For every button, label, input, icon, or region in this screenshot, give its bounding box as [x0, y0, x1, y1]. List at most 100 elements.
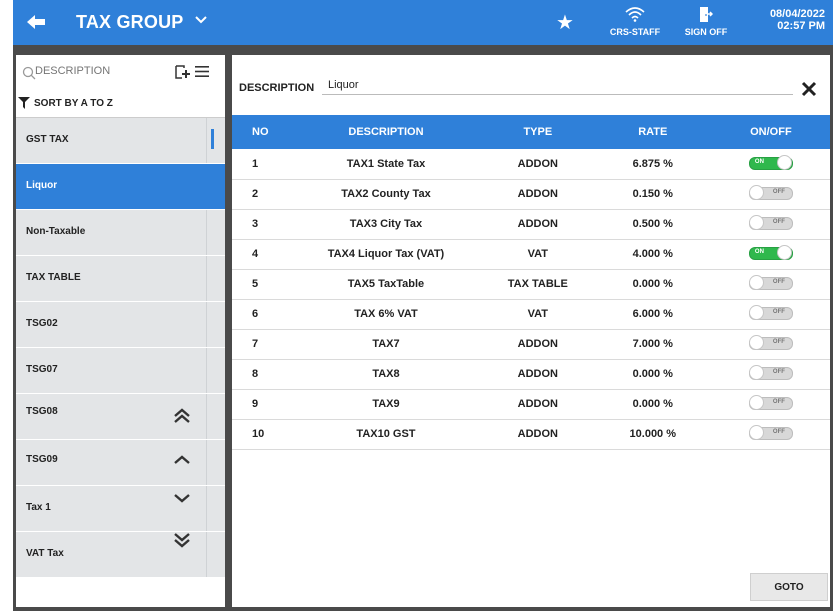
close-icon[interactable] — [800, 80, 818, 98]
list-item-label: Tax 1 — [26, 502, 51, 513]
table-row[interactable]: 4 TAX4 Liquor Tax (VAT) VAT 4.000 % ON — [232, 239, 830, 269]
top-bar: TAX GROUP ★ CRS-STAFF SIGN OFF 08/04/202… — [13, 0, 833, 45]
toggle-knob — [776, 245, 792, 260]
wifi-icon[interactable] — [625, 6, 645, 22]
chevron-up-icon[interactable] — [173, 452, 191, 468]
list-item-label: TAX TABLE — [26, 272, 81, 283]
on-off-toggle[interactable]: OFF — [748, 185, 793, 200]
list-item[interactable]: TSG09 — [16, 440, 225, 486]
toggle-state-text: OFF — [772, 309, 785, 315]
tax-group-list: GST TAX Liquor Non-Taxable TAX TABLE TSG… — [16, 118, 225, 578]
scroll-track — [206, 532, 207, 577]
toggle-state-text: OFF — [772, 399, 785, 405]
row-rate: 0.500 % — [632, 218, 673, 230]
list-item-label: TSG09 — [26, 454, 58, 465]
row-number: 9 — [252, 398, 259, 410]
chevron-down-icon[interactable] — [173, 490, 191, 506]
on-off-toggle[interactable]: ON — [748, 245, 793, 260]
toggle-state-text: OFF — [772, 219, 785, 225]
arrow-left-icon[interactable] — [25, 12, 47, 32]
time-text: 02:57 PM — [777, 20, 825, 32]
list-item[interactable]: TAX TABLE — [16, 256, 225, 302]
on-off-toggle[interactable]: OFF — [748, 425, 793, 440]
row-rate: 7.000 % — [632, 338, 673, 350]
double-chevron-down-icon[interactable] — [173, 532, 191, 548]
row-rate: 0.000 % — [632, 278, 673, 290]
description-field[interactable] — [322, 76, 793, 95]
row-onoff: OFF — [712, 359, 830, 389]
row-type: VAT — [527, 308, 549, 320]
page-title[interactable]: TAX GROUP — [76, 12, 183, 33]
table-row[interactable]: 2 TAX2 County Tax ADDON 0.150 % OFF — [232, 179, 830, 209]
row-rate: 4.000 % — [632, 248, 673, 260]
on-off-toggle[interactable]: ON — [748, 154, 793, 170]
row-onoff: OFF — [712, 179, 830, 209]
row-type: ADDON — [517, 428, 558, 440]
date-time: 08/04/2022 02:57 PM — [770, 8, 825, 32]
row-rate: 6.000 % — [632, 308, 673, 320]
toggle-state-text: OFF — [772, 429, 785, 435]
list-item-label: TSG08 — [26, 406, 58, 417]
row-type: TAX TABLE — [507, 278, 568, 290]
list-item[interactable]: TSG07 — [16, 348, 225, 394]
list-item[interactable]: GST TAX — [16, 118, 225, 164]
exit-door-icon[interactable] — [699, 6, 713, 23]
star-icon[interactable]: ★ — [556, 10, 574, 35]
table-row[interactable]: 1 TAX1 State Tax ADDON 6.875 % ON — [232, 149, 830, 179]
table-row[interactable]: 8 TAX8 ADDON 0.000 % OFF — [232, 359, 830, 389]
row-number: 1 — [252, 157, 259, 170]
row-type: VAT — [527, 248, 549, 260]
row-number: 10 — [252, 428, 265, 440]
row-rate: 0.000 % — [632, 368, 673, 380]
toggle-knob — [748, 215, 764, 230]
on-off-toggle[interactable]: OFF — [748, 215, 793, 230]
toggle-knob — [748, 275, 764, 290]
scroll-track — [206, 486, 207, 531]
table-row[interactable]: 5 TAX5 TaxTable TAX TABLE 0.000 % OFF — [232, 269, 830, 299]
scroll-track — [206, 348, 207, 393]
row-description: TAX10 GST — [356, 428, 416, 440]
goto-button[interactable]: GOTO — [750, 573, 828, 601]
on-off-toggle[interactable]: OFF — [748, 305, 793, 320]
list-item-label: GST TAX — [26, 134, 69, 145]
on-off-toggle[interactable]: OFF — [748, 275, 793, 290]
row-description: TAX8 — [372, 368, 400, 380]
list-item-label: Non-Taxable — [26, 226, 86, 237]
on-off-toggle[interactable]: OFF — [748, 395, 793, 410]
list-item[interactable]: VAT Tax — [16, 532, 225, 578]
table-row[interactable]: 3 TAX3 City Tax ADDON 0.500 % OFF — [232, 209, 830, 239]
double-chevron-up-icon[interactable] — [173, 408, 191, 424]
row-number: 5 — [252, 278, 259, 290]
add-document-icon[interactable] — [174, 64, 190, 80]
list-item[interactable]: Non-Taxable — [16, 210, 225, 256]
row-number: 7 — [252, 338, 259, 350]
chevron-down-icon[interactable] — [195, 15, 207, 25]
scroll-track — [206, 394, 207, 439]
description-label: DESCRIPTION — [239, 82, 315, 94]
list-item-label: TSG07 — [26, 364, 58, 375]
sign-off-button[interactable]: SIGN OFF — [681, 27, 731, 37]
search-icon — [22, 66, 36, 80]
scrollbar-thumb[interactable] — [211, 129, 214, 149]
row-rate: 0.150 % — [632, 188, 673, 200]
on-off-toggle[interactable]: OFF — [748, 365, 793, 380]
row-description: TAX9 — [372, 398, 400, 410]
row-number: 6 — [252, 308, 259, 320]
on-off-toggle[interactable]: OFF — [748, 335, 793, 350]
column-header-rate: RATE — [638, 126, 668, 138]
hamburger-icon[interactable] — [195, 65, 209, 78]
row-description: TAX5 TaxTable — [347, 278, 425, 290]
sort-button[interactable]: SORT BY A TO Z — [18, 97, 113, 109]
table-row[interactable]: 7 TAX7 ADDON 7.000 % OFF — [232, 329, 830, 359]
tax-group-detail: DESCRIPTION NO DESCRIPTION TYPE RATE ON/… — [232, 55, 830, 607]
list-item[interactable]: Liquor — [16, 164, 225, 210]
list-item[interactable]: TSG02 — [16, 302, 225, 348]
toggle-state-text: OFF — [772, 369, 785, 375]
table-row[interactable]: 9 TAX9 ADDON 0.000 % OFF — [232, 389, 830, 419]
list-item[interactable]: Tax 1 — [16, 486, 225, 532]
table-row[interactable]: 6 TAX 6% VAT VAT 6.000 % OFF — [232, 299, 830, 329]
column-header-no: NO — [252, 126, 269, 138]
search-input[interactable] — [35, 65, 165, 77]
table-row[interactable]: 10 TAX10 GST ADDON 10.000 % OFF — [232, 419, 830, 449]
list-item[interactable]: TSG08 — [16, 394, 225, 440]
